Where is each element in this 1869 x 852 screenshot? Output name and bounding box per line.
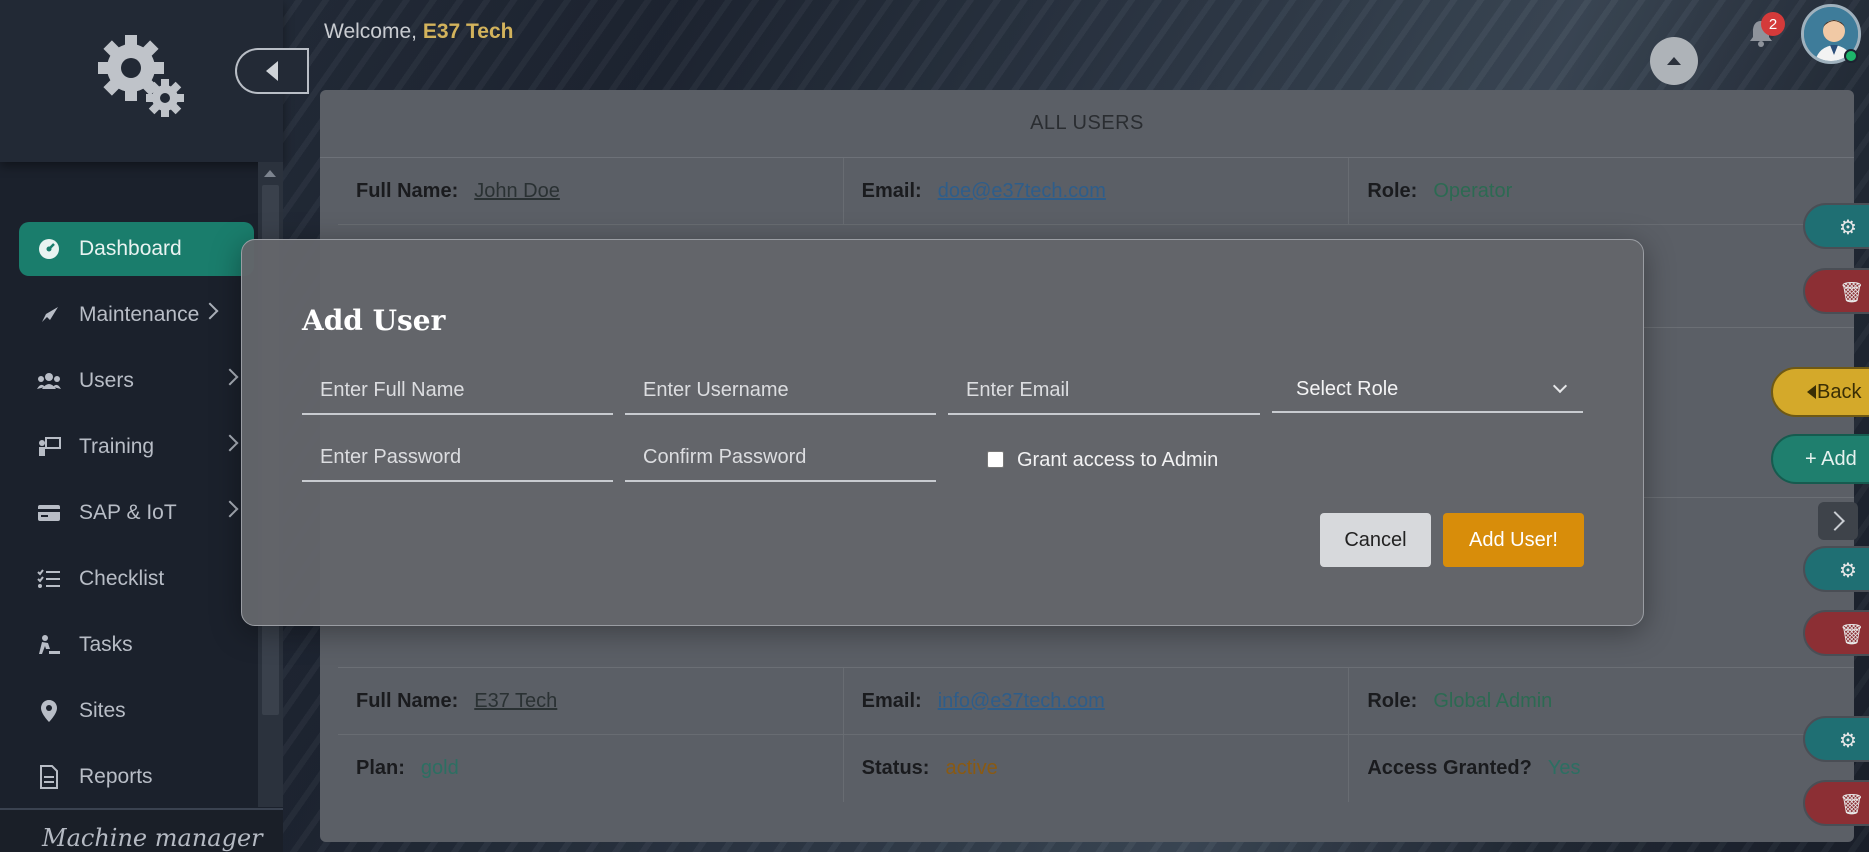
sidebar-item-training[interactable]: Training (19, 420, 254, 474)
grant-admin-checkbox[interactable] (987, 451, 1004, 468)
plan-value: gold (420, 757, 459, 779)
rocket-icon (37, 303, 61, 327)
username-input[interactable]: Enter Username (625, 366, 936, 415)
role-select-value: Select Role (1296, 378, 1399, 400)
email-link[interactable]: doe@e37tech.com (938, 180, 1106, 203)
trash-icon: 🗑 (1839, 794, 1865, 816)
sidebar-item-dashboard[interactable]: Dashboard (19, 222, 254, 276)
chevron-right-icon (221, 368, 239, 386)
delete-user-button[interactable]: 🗑 (1803, 268, 1869, 314)
sidebar-item-label: Sites (79, 699, 126, 722)
sidebar-item-sites[interactable]: Sites (19, 684, 254, 738)
plus-icon: + (1805, 448, 1817, 470)
chevron-right-icon (221, 434, 239, 452)
sidebar-item-label: Maintenance (79, 303, 200, 326)
chevron-right-icon (221, 500, 239, 518)
users-icon (37, 369, 61, 393)
sidebar-item-sap-iot[interactable]: SAP & IoT (19, 486, 254, 540)
full-name-value[interactable]: John Doe (474, 180, 560, 203)
confirm-password-input[interactable]: Confirm Password (625, 433, 936, 482)
sidebar-item-label: Checklist (79, 567, 165, 590)
role-cell: Role: Operator (1367, 179, 1513, 202)
sidebar-item-label: Tasks (79, 633, 133, 656)
role-value: Global Admin (1433, 689, 1553, 712)
gears-logo-icon (98, 35, 184, 117)
access-value: Yes (1547, 757, 1581, 779)
chevron-down-icon (1552, 378, 1568, 394)
cancel-button[interactable]: Cancel (1320, 513, 1431, 567)
role-value: Operator (1433, 179, 1513, 202)
sidebar-item-label: Users (79, 369, 134, 392)
sidebar-item-checklist[interactable]: Checklist (19, 552, 254, 606)
add-user-modal: Add User Enter Full Name Enter Username … (241, 239, 1644, 626)
dashboard-gauge-icon (37, 237, 61, 261)
sidebar-item-label: Dashboard (79, 237, 182, 260)
delete-user-button[interactable]: 🗑 (1803, 610, 1869, 656)
modal-title: Add User (302, 304, 446, 337)
scroll-to-top-button[interactable] (1650, 37, 1698, 85)
edit-user-button[interactable]: ⚙ (1803, 546, 1869, 592)
sidebar-item-reports[interactable]: Reports (19, 750, 254, 804)
trash-icon: 🗑 (1839, 282, 1865, 304)
gear-icon: ⚙ (1839, 217, 1857, 239)
gear-icon: ⚙ (1839, 730, 1857, 752)
password-input[interactable]: Enter Password (302, 433, 613, 482)
email-input[interactable]: Enter Email (948, 366, 1260, 415)
add-user-fab[interactable]: + Add (1771, 434, 1869, 484)
card-icon (37, 501, 61, 525)
sidebar-collapse-button[interactable] (235, 48, 309, 94)
full-name-value[interactable]: E37 Tech (474, 690, 557, 713)
sidebar-item-label: SAP & IoT (79, 501, 177, 524)
notification-badge: 2 (1761, 12, 1785, 36)
welcome-user-name: E37 Tech (422, 20, 514, 43)
sidebar-item-tasks[interactable]: Tasks (19, 618, 254, 672)
training-icon (37, 435, 61, 459)
file-icon (37, 765, 61, 789)
table-row: Plan: gold Status: active Access Granted… (338, 735, 1854, 802)
map-pin-icon (37, 699, 61, 723)
caret-up-icon (1667, 57, 1681, 65)
card-title: ALL USERS (320, 90, 1854, 158)
sidebar-item-users[interactable]: Users (19, 354, 254, 408)
access-cell: Access Granted? Yes (1367, 757, 1581, 779)
chevron-right-icon (201, 302, 219, 320)
add-user-submit-button[interactable]: Add User! (1443, 513, 1584, 567)
table-row: Full Name: John Doe Email: doe@e37tech.c… (338, 158, 1854, 225)
email-cell: Email: doe@e37tech.com (844, 158, 1350, 224)
gear-icon: ⚙ (1839, 560, 1857, 582)
full-name-cell: Full Name: John Doe (338, 158, 844, 224)
scroll-up-arrow-icon[interactable] (264, 170, 276, 177)
sidebar-item-maintenance[interactable]: Maintenance (19, 288, 254, 342)
sidebar-item-label: Training (79, 435, 155, 458)
email-link[interactable]: info@e37tech.com (938, 690, 1105, 713)
checklist-icon (37, 567, 61, 591)
grant-admin-label[interactable]: Grant access to Admin (1017, 449, 1218, 472)
status-value: active (945, 757, 998, 779)
email-cell: Email: info@e37tech.com (844, 668, 1350, 734)
table-row: Full Name: E37 Tech Email: info@e37tech.… (338, 668, 1854, 735)
sidebar-item-label: Reports (79, 765, 153, 788)
person-digging-icon (37, 633, 61, 657)
user-card-e37-tech: Full Name: E37 Tech Email: info@e37tech.… (338, 668, 1854, 838)
status-cell: Status: active (844, 735, 1350, 802)
brand-footer: Machine manager (0, 808, 283, 852)
online-status-dot (1844, 49, 1858, 63)
welcome-text: Welcome, E37 Tech (324, 20, 514, 43)
trash-icon: 🗑 (1839, 624, 1865, 646)
full-name-cell: Full Name: E37 Tech (338, 668, 844, 734)
caret-left-icon (266, 61, 278, 81)
full-name-input[interactable]: Enter Full Name (302, 366, 613, 415)
sidebar-nav: Dashboard Maintenance Users Training SAP… (19, 222, 254, 816)
edit-user-button[interactable]: ⚙ (1803, 203, 1869, 249)
delete-user-button[interactable]: 🗑 (1803, 780, 1869, 826)
next-page-button[interactable] (1818, 502, 1858, 540)
edit-user-button[interactable]: ⚙ (1803, 716, 1869, 762)
back-button[interactable]: Back (1771, 367, 1869, 417)
role-select[interactable]: Select Role (1272, 367, 1583, 413)
role-cell: Role: Global Admin (1367, 689, 1553, 712)
plan-cell: Plan: gold (338, 735, 844, 802)
